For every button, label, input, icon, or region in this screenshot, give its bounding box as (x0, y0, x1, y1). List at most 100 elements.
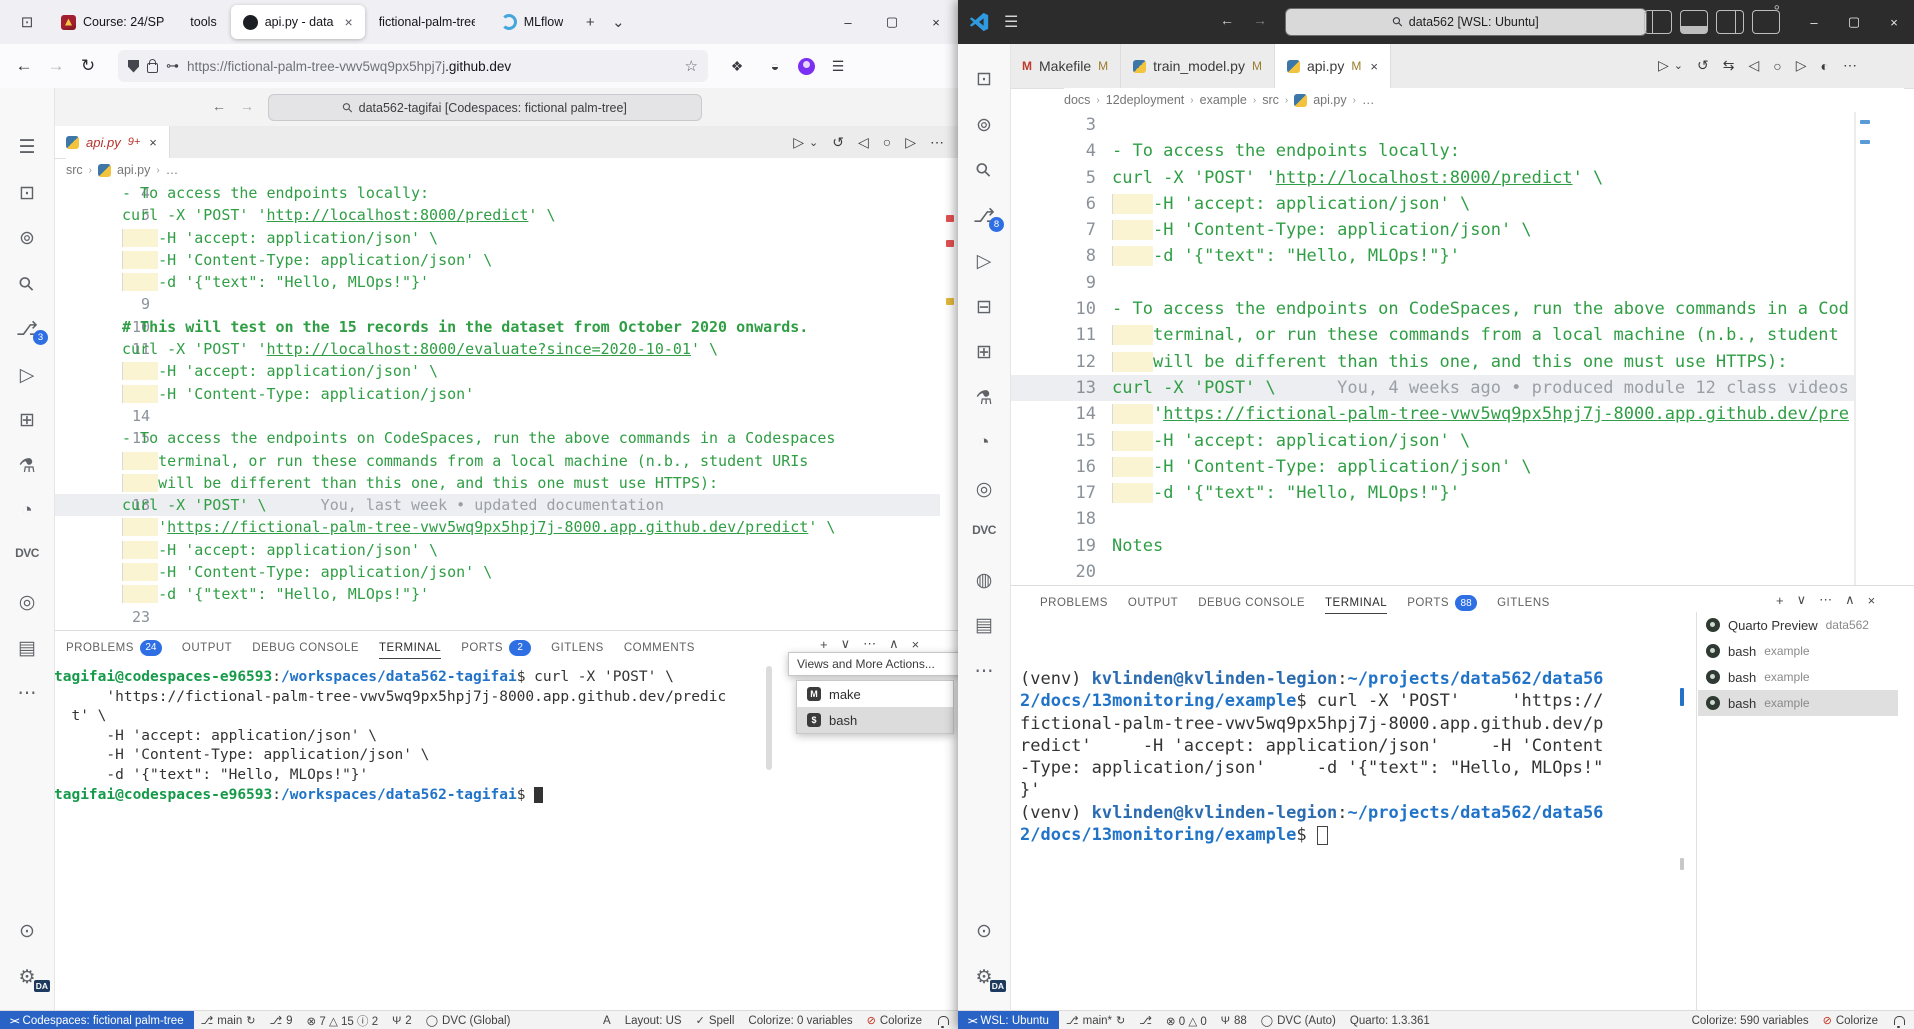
tab-Makefile[interactable]: MMakefileM (1010, 44, 1121, 88)
panel-tab-ports[interactable]: PORTS88 (1407, 589, 1477, 616)
docker-icon[interactable]: ⊚ (0, 227, 54, 250)
browser-tab-active[interactable]: api.py - data× (231, 5, 365, 39)
extensions-icon[interactable]: ⊞ (958, 341, 1010, 364)
panel-tab-terminal[interactable]: TERMINAL (1325, 591, 1387, 614)
colorize-toggle[interactable]: ⊘Colorize (1816, 1011, 1885, 1029)
layout-indicator[interactable]: Layout: US (618, 1011, 689, 1029)
keyboard-indicator[interactable]: A (596, 1011, 618, 1029)
panel-tab-debug-console[interactable]: DEBUG CONSOLE (252, 636, 359, 659)
bookmark-star-icon[interactable]: ☆ (685, 57, 698, 75)
code-line[interactable]: 4- To access the endpoints locally: (54, 182, 940, 204)
next-change-icon[interactable]: ▷ (905, 134, 916, 151)
gitlens-icon[interactable]: ◎ (958, 478, 1010, 501)
folder-views-icon[interactable]: ▤ (958, 614, 1010, 637)
more-actions-icon[interactable]: ⋯ (1843, 57, 1857, 74)
code-line[interactable]: 18 (1010, 506, 1854, 532)
code-line[interactable]: 13curl -X 'POST' \ You, 4 weeks ago • pr… (1010, 375, 1854, 401)
breadcrumb-item[interactable]: 12deployment (1106, 93, 1185, 107)
code-line[interactable]: 6 -H 'accept: application/json' \ (1010, 191, 1854, 217)
customize-layout-icon[interactable] (1752, 10, 1780, 34)
tab-train_model-py[interactable]: train_model.pyM (1121, 44, 1275, 88)
breadcrumb-item[interactable]: … (166, 163, 179, 177)
lock-icon[interactable] (147, 63, 158, 73)
menu-icon[interactable]: ☰ (1004, 12, 1018, 32)
terminal-scrollbar[interactable] (766, 666, 772, 770)
browser-reload-button[interactable]: ↻ (72, 51, 104, 81)
panel-tab-problems[interactable]: PROBLEMS24 (66, 634, 162, 661)
run-debug-icon[interactable]: ▷ (0, 364, 54, 387)
code-line[interactable]: 7 -H 'Content-Type: application/json' \ (54, 249, 940, 271)
test-beaker-icon[interactable]: ⚗ (958, 387, 1010, 410)
docker-icon[interactable]: ⊚ (958, 114, 1010, 137)
maximize-panel-icon[interactable]: ∧ (889, 636, 899, 652)
tab-api-py[interactable]: api.py 9+ × (54, 126, 170, 158)
code-line[interactable]: 9 (1010, 270, 1854, 296)
code-line[interactable]: 22 -d '{"text": "Hello, MLOps!"}' (54, 583, 940, 605)
terminal[interactable]: ●tagifai@codespaces-e96593:/workspaces/d… (54, 668, 774, 808)
panel-tab-comments[interactable]: COMMENTS (624, 636, 695, 659)
toggle-primary-sidebar-icon[interactable] (1644, 10, 1672, 34)
test-beaker-icon[interactable]: ⚗ (0, 455, 54, 478)
panel-tab-terminal[interactable]: TERMINAL (379, 636, 441, 659)
maximize-panel-icon[interactable]: ∧ (1845, 592, 1855, 608)
git-graph[interactable]: ⎇9 (262, 1011, 299, 1029)
code-line[interactable]: 5curl -X 'POST' 'http://localhost:8000/p… (1010, 165, 1854, 191)
jupyter-icon[interactable]: ◔ (958, 432, 1010, 454)
git-branch[interactable]: ⎇main*↻ (1059, 1011, 1132, 1029)
breadcrumb-item[interactable]: example (1200, 93, 1247, 107)
problems-summary[interactable]: ⊗ 0 △ 0 (1159, 1011, 1214, 1029)
tracking-protection-shield-icon[interactable] (128, 60, 139, 73)
browser-forward-button[interactable]: → (40, 51, 72, 81)
vscode-maximize-button[interactable]: ▢ (1834, 0, 1874, 44)
menu-item-make[interactable]: Mmake (797, 681, 953, 707)
dvc-icon[interactable]: DVC (0, 546, 54, 560)
terminal-list-item[interactable]: bashexample (1698, 690, 1898, 716)
tab-api-py[interactable]: api.pyM× (1275, 44, 1391, 88)
search-icon[interactable]: ⚲ (957, 144, 1010, 197)
forwarded-ports[interactable]: Ψ2 (385, 1011, 419, 1029)
panel-tab-problems[interactable]: PROBLEMS (1040, 591, 1108, 614)
open-changes-icon[interactable]: ○ (1773, 58, 1781, 74)
account-icon[interactable]: ⊙ (0, 920, 54, 943)
more-views-icon[interactable]: ⋯ (958, 660, 1010, 683)
prev-change-icon[interactable]: ◁ (1748, 57, 1759, 74)
panel-tab-ports[interactable]: PORTS2 (461, 634, 531, 661)
terminal-profile-dropdown-icon[interactable]: ∨ (841, 636, 851, 652)
panel-tab-output[interactable]: OUTPUT (182, 636, 232, 659)
more-views-icon[interactable]: ⋯ (0, 682, 54, 705)
pocket-icon[interactable]: ◒ (760, 51, 790, 81)
panel-tab-gitlens[interactable]: GITLENS (551, 636, 604, 659)
toggle-panel-icon[interactable] (1680, 10, 1708, 34)
vscode-minimize-button[interactable]: – (1794, 0, 1834, 44)
close-panel-icon[interactable]: × (912, 637, 920, 652)
next-change-icon[interactable]: ▷ (1796, 57, 1807, 74)
code-editor[interactable]: 34- To access the endpoints locally:5cur… (1010, 112, 1854, 585)
terminal-list-item[interactable]: Quarto Previewdata562 (1698, 612, 1898, 638)
code-line[interactable]: 18curl -X 'POST' \ You, last week • upda… (54, 494, 940, 516)
code-line[interactable]: 13 -H 'Content-Type: application/json' (54, 383, 940, 405)
close-tab-icon[interactable]: × (345, 14, 353, 30)
compare-changes-icon[interactable]: ⇆ (1723, 57, 1735, 74)
code-line[interactable]: 15 -H 'accept: application/json' \ (1010, 428, 1854, 454)
more-actions-icon[interactable]: ⋯ (863, 636, 876, 652)
profile-avatar[interactable] (798, 58, 815, 75)
new-tab-button[interactable]: + (576, 8, 604, 36)
problems-summary[interactable]: ⊗ 7 △ 15 ⓘ 2 (300, 1011, 386, 1029)
editor-forward-icon[interactable]: → (240, 98, 254, 114)
panel-tab-debug-console[interactable]: DEBUG CONSOLE (1198, 591, 1305, 614)
code-line[interactable]: 8 -d '{"text": "Hello, MLOps!"}' (1010, 243, 1854, 269)
gitlens-icon[interactable]: ◎ (0, 591, 54, 614)
close-tab-icon[interactable]: × (149, 135, 157, 150)
command-center[interactable]: ⚲ data562-tagifai [Codespaces: fictional… (268, 94, 702, 121)
remote-explorer-icon[interactable]: ▤ (0, 637, 54, 660)
more-actions-icon[interactable]: ⋯ (930, 134, 944, 151)
panel-tab-output[interactable]: OUTPUT (1128, 591, 1178, 614)
url-bar[interactable]: ⊶ https://fictional-palm-tree-vwv5wq9px5… (118, 50, 708, 82)
new-terminal-icon[interactable]: + (1776, 593, 1784, 608)
run-button[interactable]: ▷ (793, 134, 804, 151)
remote-indicator[interactable]: ><Codespaces: fictional palm-tree (0, 1011, 194, 1029)
quarto-version[interactable]: Quarto: 1.3.361 (1343, 1011, 1437, 1029)
code-line[interactable]: 10# This will test on the 15 records in … (54, 316, 940, 338)
code-line[interactable]: 6 -H 'accept: application/json' \ (54, 227, 940, 249)
code-line[interactable]: 14 (54, 405, 940, 427)
